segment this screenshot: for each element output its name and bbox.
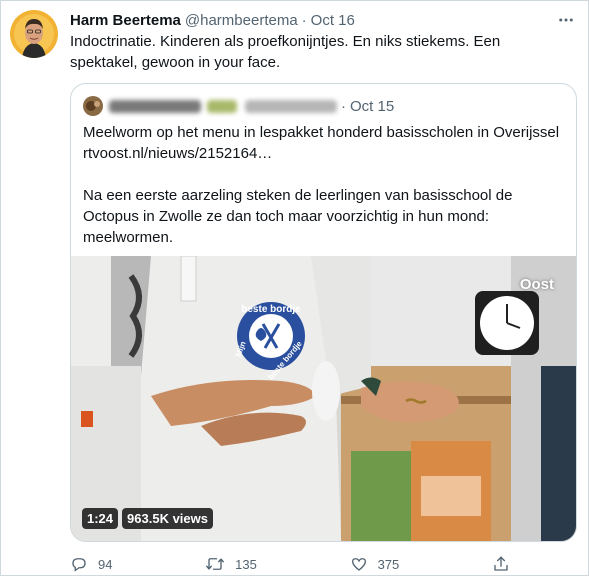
video-badges: 1:24 963.5K views	[82, 508, 213, 529]
tweet-card: Harm Beertema @harmbeertema · Oct 16 Ind…	[0, 0, 589, 576]
quoted-text: Meelworm op het menu in lespakket honder…	[83, 124, 560, 246]
author-name[interactable]: Harm Beertema	[70, 12, 181, 29]
author-avatar[interactable]	[10, 10, 58, 58]
apron-logo-top: beste bordje	[241, 304, 301, 315]
share-icon	[492, 555, 510, 573]
blurred-emoji	[207, 99, 237, 113]
tweet-timestamp[interactable]: Oct 16	[311, 12, 355, 29]
separator-dot: ·	[341, 97, 346, 115]
blurred-name	[109, 99, 201, 113]
tweet-header: Harm Beertema @harmbeertema · Oct 16	[70, 10, 548, 30]
reply-count: 94	[98, 556, 113, 572]
tweet-text: Indoctrinatie. Kinderen als proefkonijnt…	[70, 33, 501, 71]
quoted-timestamp[interactable]: Oct 15	[350, 98, 394, 115]
blurred-handle	[245, 99, 337, 113]
retweet-button[interactable]: 135	[205, 555, 257, 573]
tweet-actions: 94 135 375	[70, 554, 510, 574]
like-icon	[350, 555, 368, 573]
retweet-count: 135	[235, 556, 257, 572]
reply-button[interactable]: 94	[70, 555, 112, 573]
share-button[interactable]	[492, 555, 510, 573]
oost-watermark: Oost	[519, 276, 554, 293]
retweet-icon	[205, 555, 225, 573]
author-handle[interactable]: @harmbeertema	[185, 12, 298, 29]
video-player[interactable]: beste bordje Mijn beste bordje Oost 1:24…	[71, 256, 576, 541]
like-count: 375	[377, 556, 400, 572]
reply-icon	[70, 555, 88, 573]
more-icon[interactable]	[556, 10, 576, 30]
video-views: 963.5K views	[122, 508, 213, 529]
like-button[interactable]: 375	[350, 555, 400, 573]
quoted-tweet[interactable]: · Oct 15 Meelworm op het menu in lespakk…	[70, 83, 577, 542]
separator-dot: ·	[301, 11, 307, 29]
video-duration: 1:24	[82, 508, 119, 529]
quoted-avatar	[83, 96, 103, 116]
quoted-header: · Oct 15	[83, 96, 394, 116]
